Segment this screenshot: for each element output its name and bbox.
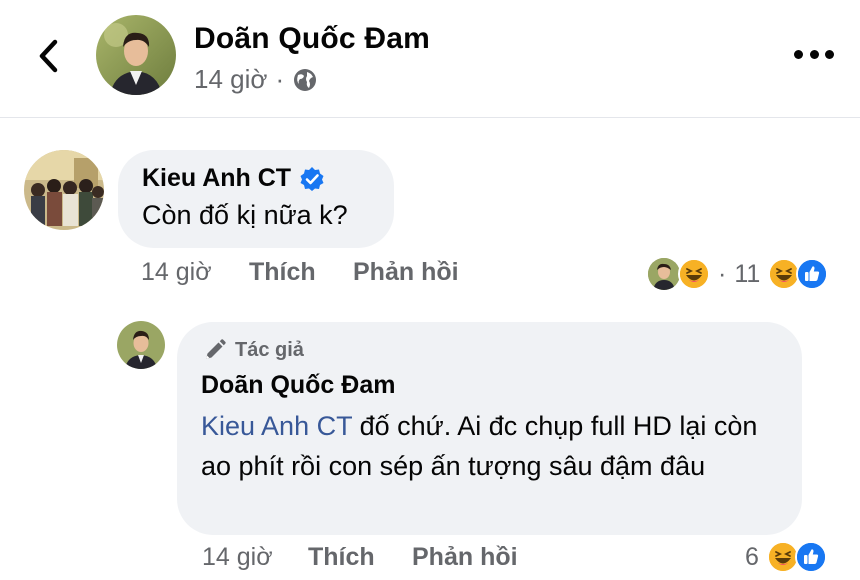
comment-text: Còn đố kị nữa k? — [142, 200, 348, 230]
reaction-summary[interactable]: · 11 — [648, 258, 829, 290]
post-meta: 14 giờ · — [194, 64, 318, 95]
comment-author-name[interactable]: Kieu Anh CT — [142, 164, 291, 193]
comment-time[interactable]: 14 giờ — [141, 258, 249, 287]
commenter-avatar[interactable] — [24, 150, 104, 230]
author-badge: Tác giả — [203, 338, 778, 362]
like-icon — [794, 541, 827, 573]
post-header: Doãn Quốc Đam 14 giờ · — [0, 0, 860, 118]
reply-button[interactable]: Phản hồi — [353, 258, 459, 287]
like-icon — [796, 258, 829, 290]
author-badge-label: Tác giả — [235, 338, 304, 361]
haha-icon — [678, 258, 710, 290]
verified-badge-icon — [300, 166, 324, 191]
like-button[interactable]: Thích — [249, 258, 353, 287]
globe-icon — [294, 68, 317, 91]
reply-actions: 14 giờ Thích Phản hồi — [202, 543, 518, 572]
reply-reaction-summary[interactable]: 6 — [745, 541, 827, 573]
pen-icon — [206, 339, 226, 359]
reply-bubble: Tác giả Doãn Quốc Đam Kieu Anh CT đố chứ… — [177, 322, 802, 535]
author-avatar[interactable] — [96, 15, 176, 95]
more-icon — [794, 49, 803, 59]
like-button[interactable]: Thích — [308, 543, 412, 572]
mention-link[interactable]: Kieu Anh CT — [201, 411, 352, 441]
reply-text: Kieu Anh CT đố chứ. Ai đc chụp full HD l… — [201, 406, 791, 486]
meta-separator: · — [275, 64, 285, 94]
back-arrow-icon — [39, 39, 58, 73]
reply-author-avatar[interactable] — [117, 321, 165, 369]
comment-author[interactable]: Kieu Anh CT — [142, 164, 370, 193]
back-button[interactable] — [30, 34, 66, 78]
reply-button[interactable]: Phản hồi — [412, 543, 518, 572]
reply-time[interactable]: 14 giờ — [202, 543, 308, 572]
post-time[interactable]: 14 giờ — [194, 64, 267, 95]
more-options-button[interactable] — [794, 44, 834, 64]
reply-author-name[interactable]: Doãn Quốc Đam — [201, 371, 778, 400]
comment-actions: 14 giờ Thích Phản hồi — [141, 258, 459, 287]
comment-bubble: Kieu Anh CT Còn đố kị nữa k? — [118, 150, 394, 248]
author-name[interactable]: Doãn Quốc Đam — [194, 22, 430, 56]
reactor-avatar — [648, 258, 680, 290]
reaction-count: 11 — [734, 259, 761, 288]
reaction-separator: · — [718, 259, 727, 288]
reaction-count: 6 — [745, 542, 759, 571]
